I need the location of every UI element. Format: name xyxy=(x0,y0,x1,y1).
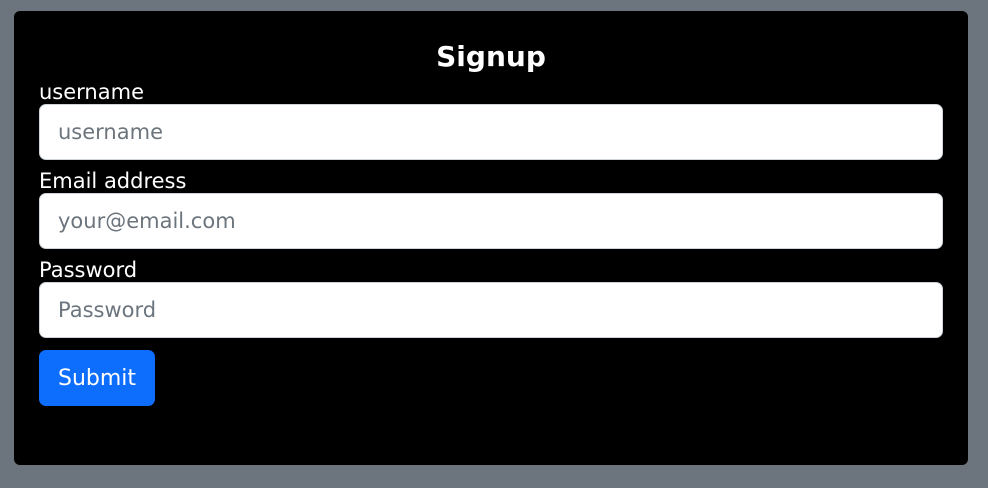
username-field-group: username xyxy=(39,80,943,160)
password-field-group: Password xyxy=(39,258,943,338)
form-title: Signup xyxy=(436,40,546,73)
submit-button[interactable]: Submit xyxy=(39,350,156,406)
password-label: Password xyxy=(39,258,138,282)
email-field-group: Email address xyxy=(39,169,943,249)
email-input[interactable] xyxy=(39,193,943,249)
password-input[interactable] xyxy=(39,282,943,338)
email-label: Email address xyxy=(39,169,187,193)
username-label: username xyxy=(39,80,144,104)
signup-card: Signup username Email address Password S… xyxy=(14,11,968,465)
username-input[interactable] xyxy=(39,104,943,160)
